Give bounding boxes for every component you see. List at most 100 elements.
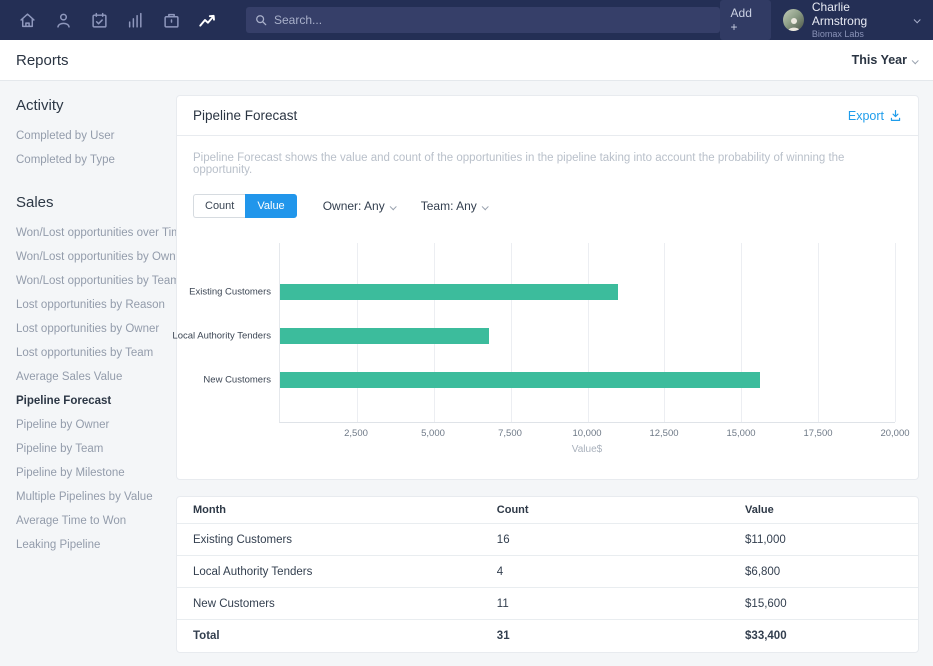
owner-filter-value: Any — [364, 199, 385, 213]
user-avatar — [783, 9, 803, 31]
cell-count: 16 — [481, 524, 729, 556]
nav-cases-button[interactable] — [158, 7, 184, 33]
chevron-down-icon — [389, 203, 396, 210]
sidebar-item-lost-by-team[interactable]: Lost opportunities by Team — [16, 341, 166, 365]
reports-sidebar: Activity Completed by User Completed by … — [0, 81, 176, 573]
period-label: This Year — [852, 53, 907, 67]
chart-row: New Customers — [280, 358, 895, 402]
search-icon — [255, 14, 267, 26]
sidebar-item-average-time-to-won[interactable]: Average Time to Won — [16, 509, 166, 533]
panel-body: Pipeline Forecast shows the value and co… — [177, 136, 918, 479]
search-input[interactable]: Search... — [246, 7, 720, 33]
cell-value: $15,600 — [729, 588, 918, 620]
chevron-down-icon — [912, 57, 919, 64]
chart-controls: Count Value Owner: Any Team: Any — [193, 194, 902, 218]
team-filter[interactable]: Team: Any — [421, 199, 487, 213]
nav-calendar-button[interactable] — [86, 7, 112, 33]
summary-table-panel: Month Count Value Existing Customers 16 … — [176, 496, 919, 653]
table-header-row: Month Count Value — [177, 497, 918, 524]
content: Activity Completed by User Completed by … — [0, 81, 933, 666]
sidebar-item-pipeline-by-owner[interactable]: Pipeline by Owner — [16, 413, 166, 437]
count-toggle-button[interactable]: Count — [193, 194, 245, 218]
user-menu[interactable]: Charlie Armstrong Biomax Labs — [783, 1, 919, 39]
user-org: Biomax Labs — [812, 29, 901, 39]
owner-filter[interactable]: Owner: Any — [323, 199, 395, 213]
cell-value: $33,400 — [729, 620, 918, 652]
sidebar-item-lost-by-reason[interactable]: Lost opportunities by Reason — [16, 293, 166, 317]
sidebar-item-completed-by-user[interactable]: Completed by User — [16, 124, 166, 148]
chart-row: Local Authority Tenders — [280, 314, 895, 358]
nav-sales-button[interactable] — [122, 7, 148, 33]
column-header-month: Month — [177, 497, 481, 524]
top-navbar: Search... Add + Charlie Armstrong Biomax… — [0, 0, 933, 40]
x-tick-label: 10,000 — [572, 428, 601, 439]
column-header-value: Value — [729, 497, 918, 524]
chevron-down-icon — [481, 203, 488, 210]
sidebar-item-wonlost-by-owner[interactable]: Won/Lost opportunities by Owner — [16, 245, 166, 269]
user-name: Charlie Armstrong — [812, 1, 901, 29]
x-tick-label: 15,000 — [726, 428, 755, 439]
export-button[interactable]: Export — [848, 109, 902, 123]
nav-reports-button[interactable] — [194, 7, 220, 33]
table-total-row: Total 31 $33,400 — [177, 620, 918, 652]
x-tick-label: 20,000 — [880, 428, 909, 439]
bar-chart-icon — [127, 12, 144, 29]
nav-home-button[interactable] — [14, 7, 40, 33]
period-selector[interactable]: This Year — [852, 53, 917, 67]
user-text: Charlie Armstrong Biomax Labs — [812, 1, 901, 39]
bar-new-customers[interactable] — [280, 372, 760, 388]
team-filter-label: Team: — [421, 199, 454, 213]
sidebar-item-pipeline-forecast[interactable]: Pipeline Forecast — [16, 389, 166, 413]
chart-plot-area: Existing Customers Local Authority Tende… — [279, 243, 895, 423]
count-value-toggle: Count Value — [193, 194, 297, 218]
avatar-silhouette-icon — [786, 15, 802, 31]
sidebar-item-leaking-pipeline[interactable]: Leaking Pipeline — [16, 533, 166, 557]
calendar-check-icon — [91, 12, 108, 29]
nav-right: Add + Charlie Armstrong Biomax Labs — [720, 0, 919, 40]
export-label: Export — [848, 109, 884, 123]
briefcase-icon — [163, 12, 180, 29]
x-tick-label: 17,500 — [803, 428, 832, 439]
bar-existing-customers[interactable] — [280, 284, 618, 300]
cell-month: Total — [177, 620, 481, 652]
download-icon — [889, 109, 902, 122]
category-label: Existing Customers — [189, 287, 271, 298]
reports-trend-icon — [198, 11, 216, 29]
search-placeholder: Search... — [274, 13, 322, 27]
report-description: Pipeline Forecast shows the value and co… — [193, 152, 902, 176]
cell-count: 31 — [481, 620, 729, 652]
home-icon — [19, 12, 36, 29]
table-row: New Customers 11 $15,600 — [177, 588, 918, 620]
add-button[interactable]: Add + — [720, 0, 772, 40]
sidebar-item-wonlost-by-team[interactable]: Won/Lost opportunities by Team — [16, 269, 166, 293]
sidebar-item-average-sales-value[interactable]: Average Sales Value — [16, 365, 166, 389]
owner-filter-label: Owner: — [323, 199, 362, 213]
page-header: Reports This Year — [0, 40, 933, 81]
value-toggle-button[interactable]: Value — [245, 194, 296, 218]
cell-value: $11,000 — [729, 524, 918, 556]
x-axis-label: Value$ — [279, 441, 895, 455]
chart-row: Existing Customers — [280, 270, 895, 314]
cell-month: Local Authority Tenders — [177, 556, 481, 588]
column-header-count: Count — [481, 497, 729, 524]
category-label: Local Authority Tenders — [172, 331, 271, 342]
sidebar-item-completed-by-type[interactable]: Completed by Type — [16, 148, 166, 172]
nav-icons — [14, 7, 220, 33]
x-tick-label: 7,500 — [498, 428, 522, 439]
main-area: Pipeline Forecast Export Pipeline Foreca… — [176, 81, 933, 666]
sidebar-item-lost-by-owner[interactable]: Lost opportunities by Owner — [16, 317, 166, 341]
sidebar-item-pipeline-by-team[interactable]: Pipeline by Team — [16, 437, 166, 461]
bar-local-authority-tenders[interactable] — [280, 328, 489, 344]
sidebar-item-pipeline-by-milestone[interactable]: Pipeline by Milestone — [16, 461, 166, 485]
cell-value: $6,800 — [729, 556, 918, 588]
sidebar-item-multiple-pipelines-by-value[interactable]: Multiple Pipelines by Value — [16, 485, 166, 509]
sidebar-item-wonlost-over-time[interactable]: Won/Lost opportunities over Time — [16, 221, 166, 245]
x-tick-label: 12,500 — [649, 428, 678, 439]
x-tick-label: 5,000 — [421, 428, 445, 439]
cell-count: 4 — [481, 556, 729, 588]
chevron-down-icon — [914, 16, 921, 23]
panel-title: Pipeline Forecast — [193, 108, 297, 123]
x-axis-ticks: 2,5005,0007,50010,00012,50015,00017,5002… — [279, 423, 895, 441]
team-filter-value: Any — [456, 199, 477, 213]
nav-contacts-button[interactable] — [50, 7, 76, 33]
